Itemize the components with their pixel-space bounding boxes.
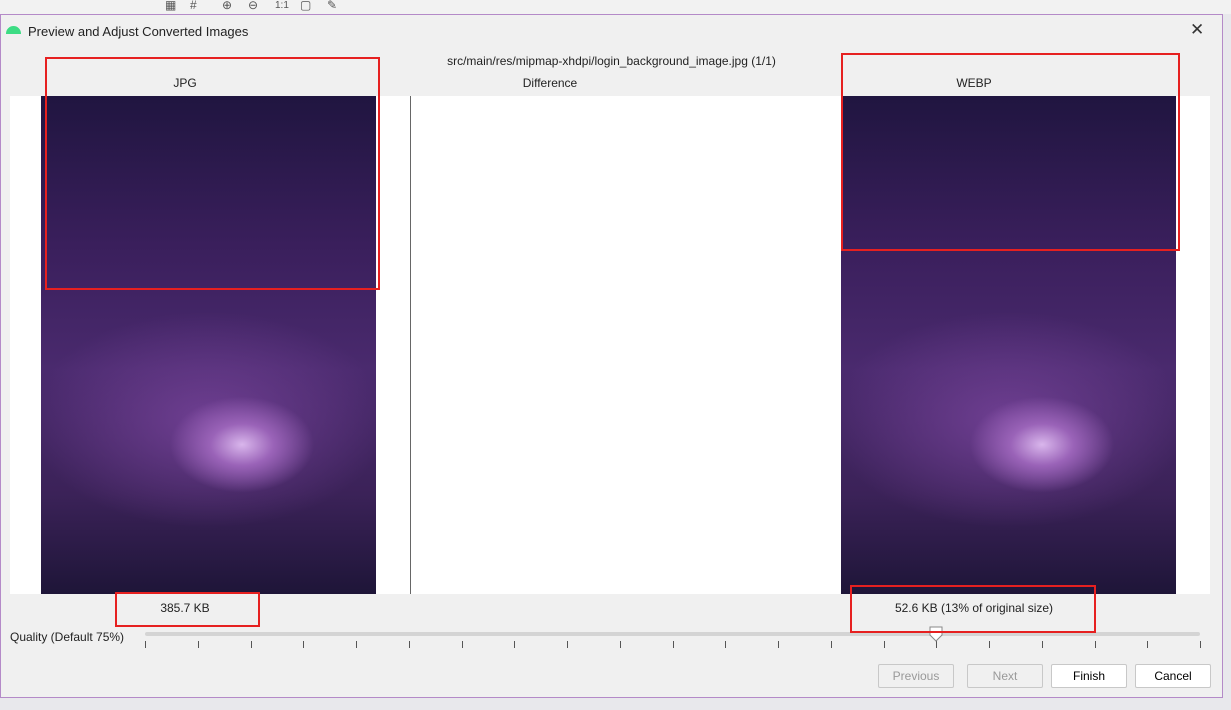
previous-button[interactable]: Previous xyxy=(878,664,954,688)
webp-label: WEBP xyxy=(956,76,992,90)
slider-tick xyxy=(725,641,727,648)
webp-preview-image xyxy=(841,96,1176,594)
convert-images-dialog: Preview and Adjust Converted Images ✕ sr… xyxy=(0,14,1223,698)
slider-tick xyxy=(1200,641,1201,648)
android-icon xyxy=(6,26,21,34)
slider-tick xyxy=(619,641,621,648)
checkerboard-icon[interactable]: ▦ xyxy=(165,0,176,12)
slider-tick xyxy=(1094,641,1096,648)
quality-slider-thumb[interactable] xyxy=(929,626,943,642)
slider-tick xyxy=(408,641,410,648)
slider-tick xyxy=(672,641,674,648)
eyedropper-icon[interactable]: ✎ xyxy=(327,0,337,12)
slider-tick xyxy=(883,641,885,648)
webp-size: 52.6 KB (13% of original size) xyxy=(894,601,1054,615)
actual-size-button[interactable]: 1:1 xyxy=(275,0,289,11)
slider-tick xyxy=(1147,641,1149,648)
jpg-size: 385.7 KB xyxy=(160,601,210,615)
slider-tick xyxy=(514,641,516,648)
grid-icon[interactable]: # xyxy=(190,0,197,12)
file-path: src/main/res/mipmap-xhdpi/login_backgrou… xyxy=(447,54,776,68)
difference-panel xyxy=(410,96,811,594)
slider-tick xyxy=(936,641,938,648)
dialog-title: Preview and Adjust Converted Images xyxy=(28,24,249,39)
slider-tick xyxy=(989,641,990,648)
fit-icon[interactable]: ▢ xyxy=(300,0,311,12)
finish-button[interactable]: Finish xyxy=(1051,664,1127,688)
slider-tick xyxy=(197,641,199,648)
slider-tick xyxy=(461,641,463,648)
next-button[interactable]: Next xyxy=(967,664,1043,688)
quality-slider[interactable] xyxy=(145,632,1200,636)
slider-tick xyxy=(567,641,568,648)
slider-tick xyxy=(778,641,779,648)
jpg-label: JPG xyxy=(173,76,197,90)
slider-tick xyxy=(303,641,305,648)
quality-label: Quality (Default 75%) xyxy=(10,630,125,644)
slider-tick xyxy=(830,641,832,648)
cancel-button[interactable]: Cancel xyxy=(1135,664,1211,688)
jpg-preview-image xyxy=(41,96,376,594)
slider-tick xyxy=(145,641,146,648)
zoom-in-icon[interactable]: ⊕ xyxy=(222,0,232,12)
slider-tick xyxy=(250,641,252,648)
difference-label: Difference xyxy=(522,76,578,90)
background-toolbar: ▦ # ⊕ ⊖ 1:1 ▢ ✎ xyxy=(0,0,1231,14)
slider-tick xyxy=(1041,641,1043,648)
close-icon[interactable]: ✕ xyxy=(1190,20,1204,40)
zoom-out-icon[interactable]: ⊖ xyxy=(248,0,258,12)
slider-tick xyxy=(356,641,357,648)
